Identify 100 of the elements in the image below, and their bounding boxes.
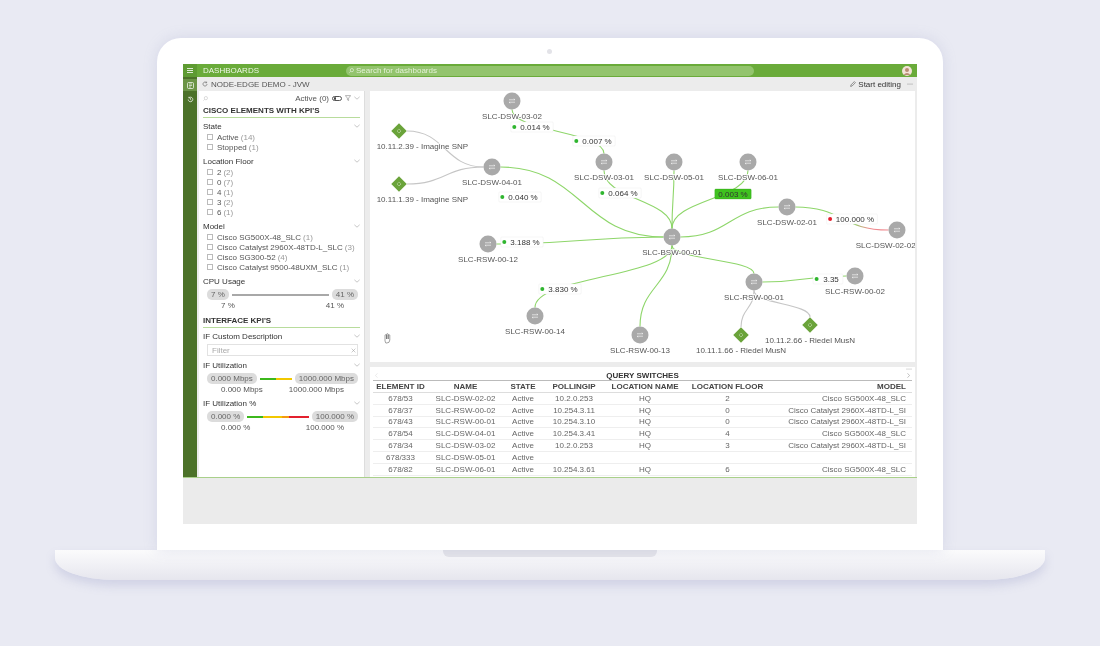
search-field[interactable]: Search for dashboards [346, 65, 754, 76]
option-label: 3 [217, 197, 222, 207]
column-header[interactable]: STATE [503, 382, 543, 391]
node-label: 10.11.1.39 - Imagine SNP [376, 195, 469, 204]
range-max-label: 41 % [325, 301, 344, 310]
reading-text: 3.830 % [548, 284, 578, 294]
option-label: Active [217, 132, 239, 142]
option-count: (1) [303, 232, 313, 242]
table-cell-text: Cisco Catalyst 2960X-48TD-L_SI [787, 441, 907, 451]
node-label: SLC-RSW-00-01 [724, 293, 784, 302]
table-cell-text: 678/82 [387, 464, 414, 474]
max-value-pill[interactable]: 1000.000 Mbps [294, 373, 358, 384]
table-cell-text: Cisco Catalyst 2960X-48TD-L_SI [787, 417, 907, 427]
table-title: QUERY SWITCHES [606, 370, 679, 380]
table-cell-text: HQ [638, 441, 652, 451]
table-cell-text: SLC-RSW-00-02 [434, 405, 497, 415]
option-count: (3) [344, 242, 355, 252]
column-header[interactable]: LOCATION FLOOR [685, 382, 770, 391]
option-count: (7) [223, 177, 234, 187]
table-cell-text: Active [511, 417, 535, 427]
node-label: 10.11.2.66 - Riedel MusN [764, 336, 856, 345]
filter-field[interactable]: Filter [207, 344, 358, 356]
toggle-label: Active (0) [295, 93, 329, 103]
range-max-label: 1000.000 Mbps [288, 385, 344, 394]
min-value-pill[interactable]: 0.000 % [207, 411, 245, 422]
table-cell-text: 10.254.3.41 [551, 429, 597, 439]
table-cell-text: Active [511, 464, 535, 474]
table-cell-text: Active [511, 429, 535, 439]
reading-text: 0.007 % [582, 136, 612, 146]
node-label: SLC-RSW-00-02 [825, 287, 885, 296]
table-cell-text: HQ [638, 393, 652, 403]
reading-text: 0.040 % [508, 192, 538, 202]
option-label: 6 [217, 207, 222, 217]
option-count: (14) [240, 132, 256, 142]
table-cell-text: 678/37 [387, 405, 414, 415]
table-cell-text: 678/53 [387, 393, 414, 403]
table-cell-text: 10.2.0.253 [554, 441, 594, 451]
start-editing-button[interactable]: Start editing [850, 79, 901, 89]
range-max-label: 100.000 % [305, 423, 344, 432]
min-value-pill[interactable]: 7 % [207, 289, 229, 300]
max-value-pill[interactable]: 41 % [331, 289, 358, 300]
node-label: SLC-DSW-02-02 [855, 241, 915, 250]
option-label: 2 [217, 167, 222, 177]
range-min-label: 0.000 % [221, 423, 251, 432]
table-cell-text: Cisco SG500X-48_SLC [820, 429, 907, 439]
column-header[interactable]: LOCATION NAME [605, 382, 685, 391]
node-label: SLC-DSW-04-01 [462, 178, 522, 187]
option-label: Cisco Catalyst 9500-48UXM_SLC [217, 262, 338, 272]
reading-text: 0.003 % [718, 189, 748, 199]
table-cell-text: HQ [638, 417, 652, 427]
reading-text: 0.064 % [608, 188, 638, 198]
node-label: SLC-RSW-00-13 [610, 346, 670, 355]
table-cell-text: Active [511, 452, 535, 462]
node-label: SLC-RSW-00-12 [458, 255, 518, 264]
column-header[interactable]: ELEMENT ID [373, 382, 428, 391]
table-cell-text: 0 [724, 417, 731, 427]
table-cell-text: HQ [638, 464, 652, 474]
range-min-label: 0.000 Mbps [221, 385, 263, 394]
min-value-pill[interactable]: 0.000 Mbps [207, 373, 257, 384]
option-count: (4) [277, 252, 288, 262]
node-label: SLC-DSW-05-01 [644, 173, 704, 182]
table-cell-text: 678/34 [387, 441, 414, 451]
table-cell-text: 10.254.3.61 [551, 464, 597, 474]
option-label: 0 [217, 177, 222, 187]
column-header[interactable]: NAME [428, 382, 503, 391]
table-cell-text: 10.254.3.11 [552, 405, 596, 415]
max-value-pill[interactable]: 100.000 % [311, 411, 358, 422]
table-cell-text: 10.2.0.253 [554, 393, 594, 403]
table-cell-text: Active [511, 405, 535, 415]
table-cell-text: 6 [724, 464, 731, 474]
node-label: SLC-DSW-06-01 [718, 173, 778, 182]
table-cell-text: SLC-DSW-03-02 [434, 441, 497, 451]
section-title: IF Utilization [203, 360, 247, 370]
table-cell-text: Active [511, 393, 535, 403]
option-count: (2) [223, 197, 234, 207]
group-heading: CISCO ELEMENTS WITH KPI'S [203, 103, 360, 118]
table-cell-text: SLC-DSW-05-01 [434, 452, 497, 462]
table-cell-text: Cisco Catalyst 2960X-48TD-L_SI [787, 405, 907, 415]
table-cell-text: SLC-DSW-02-02 [434, 393, 497, 403]
table-cell-text: 4 [724, 429, 731, 439]
node-label: 10.11.1.66 - Riedel MusN [695, 346, 787, 355]
option-label: Stopped [217, 142, 247, 152]
table-cell-text: 678/43 [387, 417, 414, 427]
table-cell-text: 2 [724, 393, 731, 403]
range-min-label: 7 % [221, 301, 235, 310]
section-title: Location Floor [203, 156, 254, 166]
section-title: IF Utilization % [203, 398, 257, 408]
table-cell-text: 10.254.3.10 [551, 417, 597, 427]
section-title: State [203, 121, 222, 131]
node-label: SLC-DSW-02-01 [757, 218, 817, 227]
dashboard-title: NODE-EDGE DEMO - JVW [211, 79, 310, 89]
table-cell-text: 678/54 [387, 429, 414, 439]
option-count: (1) [223, 187, 234, 197]
node-label: 10.11.2.39 - Imagine SNP [376, 142, 469, 151]
column-header[interactable]: MODEL [770, 382, 912, 391]
app-title: DASHBOARDS [203, 66, 260, 75]
option-count: (1) [248, 142, 259, 152]
table-cell-text: SLC-DSW-04-01 [434, 429, 497, 439]
option-count: (1) [223, 207, 234, 217]
column-header[interactable]: POLLINGIP [543, 382, 605, 391]
